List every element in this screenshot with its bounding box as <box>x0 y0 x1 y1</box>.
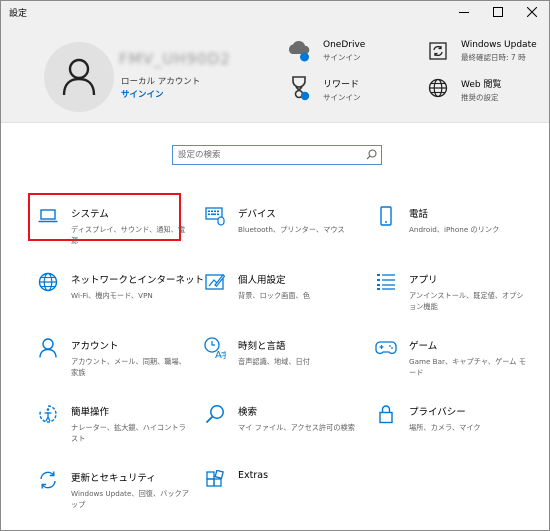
tile-system[interactable]: システムディスプレイ、サウンド、通知、電源 <box>37 205 207 259</box>
tile-desc: Bluetooth、プリンター、マウス <box>238 225 345 234</box>
tile-desc: ナレーター、拡大鏡、ハイコントラスト <box>71 423 186 443</box>
tile-title: ゲーム <box>409 341 438 352</box>
tile-title: デバイス <box>238 209 276 220</box>
close-button[interactable] <box>515 1 549 23</box>
web-browsing-sub: 推奨の設定 <box>461 93 499 102</box>
signin-link[interactable]: サインイン <box>121 88 164 100</box>
tile-title: 検索 <box>238 407 258 418</box>
tile-desc: Game Bar、キャプチャ、ゲーム モード <box>409 357 526 377</box>
update-refresh-icon <box>425 38 451 64</box>
tile-desc: 背景、ロック画面、色 <box>238 291 310 300</box>
maximize-icon <box>493 7 503 17</box>
svg-text:字: 字 <box>221 350 226 359</box>
settings-search-box[interactable] <box>172 145 382 165</box>
tile-gaming[interactable]: ゲーム Game Bar、キャプチャ、ゲーム モード <box>375 337 545 391</box>
tile-title: システム <box>71 209 109 220</box>
settings-window: 設定 FMV_UH90D2 ローカル アカウント サインイン OneDrive … <box>0 0 550 531</box>
tile-desc: アカウント、メール、同期、職場、家族 <box>71 357 186 377</box>
account-header: FMV_UH90D2 ローカル アカウント サインイン OneDrive サイン… <box>1 23 549 123</box>
tile-desc: アンインストール、既定値、オプション機能 <box>409 291 524 311</box>
tile-extras[interactable]: Extras <box>204 469 374 523</box>
account-username: FMV_UH90D2 <box>119 50 231 68</box>
tile-title: 時刻と言語 <box>238 341 286 352</box>
phone-icon <box>375 205 397 227</box>
tile-ease-of-access[interactable]: 簡単操作ナレーター、拡大鏡、ハイコントラスト <box>37 403 207 457</box>
person-icon <box>62 58 96 96</box>
rewards-title: リワード <box>323 80 360 90</box>
onedrive-title: OneDrive <box>323 40 366 50</box>
cloud-icon <box>287 38 313 64</box>
onedrive-item[interactable]: OneDrive サインイン <box>287 38 365 64</box>
ease-of-access-icon <box>37 403 59 425</box>
tile-desc: Windows Update、回復、バックアップ <box>71 489 189 509</box>
minimize-icon <box>459 12 469 13</box>
rewards-item[interactable]: リワード サインイン <box>287 75 361 103</box>
tile-title: プライバシー <box>409 407 466 418</box>
tile-update-security[interactable]: 更新とセキュリティ Windows Update、回復、バックアップ <box>37 469 207 523</box>
tile-desc: 場所、カメラ、マイク <box>409 423 481 432</box>
tile-devices[interactable]: デバイス Bluetooth、プリンター、マウス <box>204 205 374 259</box>
tile-title: Extras <box>238 470 269 481</box>
personalization-icon <box>204 271 226 293</box>
laptop-icon <box>37 205 59 227</box>
search-icon <box>204 403 226 425</box>
tile-title: 更新とセキュリティ <box>71 473 156 484</box>
tile-privacy[interactable]: プライバシー場所、カメラ、マイク <box>375 403 545 457</box>
tile-title: 電話 <box>409 209 429 220</box>
account-type: ローカル アカウント <box>121 77 201 87</box>
windows-update-title: Windows Update <box>461 40 537 50</box>
maximize-button[interactable] <box>481 1 515 23</box>
windows-update-sub: 最終確認日時: 7 時 <box>461 53 526 62</box>
title-bar: 設定 <box>1 1 549 23</box>
tile-network[interactable]: ネットワークとインターネット Wi-Fi、機内モード、VPN <box>37 271 207 325</box>
extras-grid-icon <box>204 469 226 491</box>
window-title: 設定 <box>9 9 28 19</box>
tile-desc: Android、iPhone のリンク <box>409 225 500 234</box>
update-sync-icon <box>37 469 59 491</box>
gamepad-icon <box>375 337 397 359</box>
tile-title: 簡単操作 <box>71 407 110 418</box>
search-input[interactable] <box>178 150 358 160</box>
globe-icon <box>425 75 451 101</box>
search-icon[interactable] <box>366 149 377 160</box>
avatar[interactable] <box>44 42 114 112</box>
tile-accounts[interactable]: アカウントアカウント、メール、同期、職場、家族 <box>37 337 207 391</box>
tile-time-language[interactable]: A字 時刻と言語音声認識、地域、日付 <box>204 337 374 391</box>
web-browsing-title: Web 閲覧 <box>461 80 502 90</box>
tile-desc: ディスプレイ、サウンド、通知、電源 <box>71 225 186 245</box>
onedrive-sub: サインイン <box>323 53 361 62</box>
tile-title: アカウント <box>71 341 119 352</box>
person-icon <box>37 337 59 359</box>
tile-search[interactable]: 検索マイ ファイル、アクセス許可の検索 <box>204 403 374 457</box>
minimize-button[interactable] <box>447 1 481 23</box>
tile-title: アプリ <box>409 275 438 286</box>
tile-desc: マイ ファイル、アクセス許可の検索 <box>238 423 355 432</box>
tile-desc: 音声認識、地域、日付 <box>238 357 310 366</box>
time-language-icon: A字 <box>204 337 226 359</box>
apps-list-icon <box>375 271 397 293</box>
tile-title: ネットワークとインターネット <box>71 275 205 286</box>
lock-icon <box>375 403 397 425</box>
rewards-sub: サインイン <box>323 93 361 102</box>
tile-title: 個人用設定 <box>238 275 286 286</box>
globe-icon <box>37 271 59 293</box>
tile-desc: Wi-Fi、機内モード、VPN <box>71 291 153 300</box>
web-browsing-item[interactable]: Web 閲覧 推奨の設定 <box>425 75 501 103</box>
rewards-trophy-icon <box>287 75 313 101</box>
windows-update-item[interactable]: Windows Update 最終確認日時: 7 時 <box>425 38 537 64</box>
tile-phone[interactable]: 電話 Android、iPhone のリンク <box>375 205 545 259</box>
close-icon <box>527 7 537 17</box>
tile-personalization[interactable]: 個人用設定背景、ロック画面、色 <box>204 271 374 325</box>
tile-apps[interactable]: アプリアンインストール、既定値、オプション機能 <box>375 271 545 325</box>
keyboard-icon <box>204 205 226 227</box>
